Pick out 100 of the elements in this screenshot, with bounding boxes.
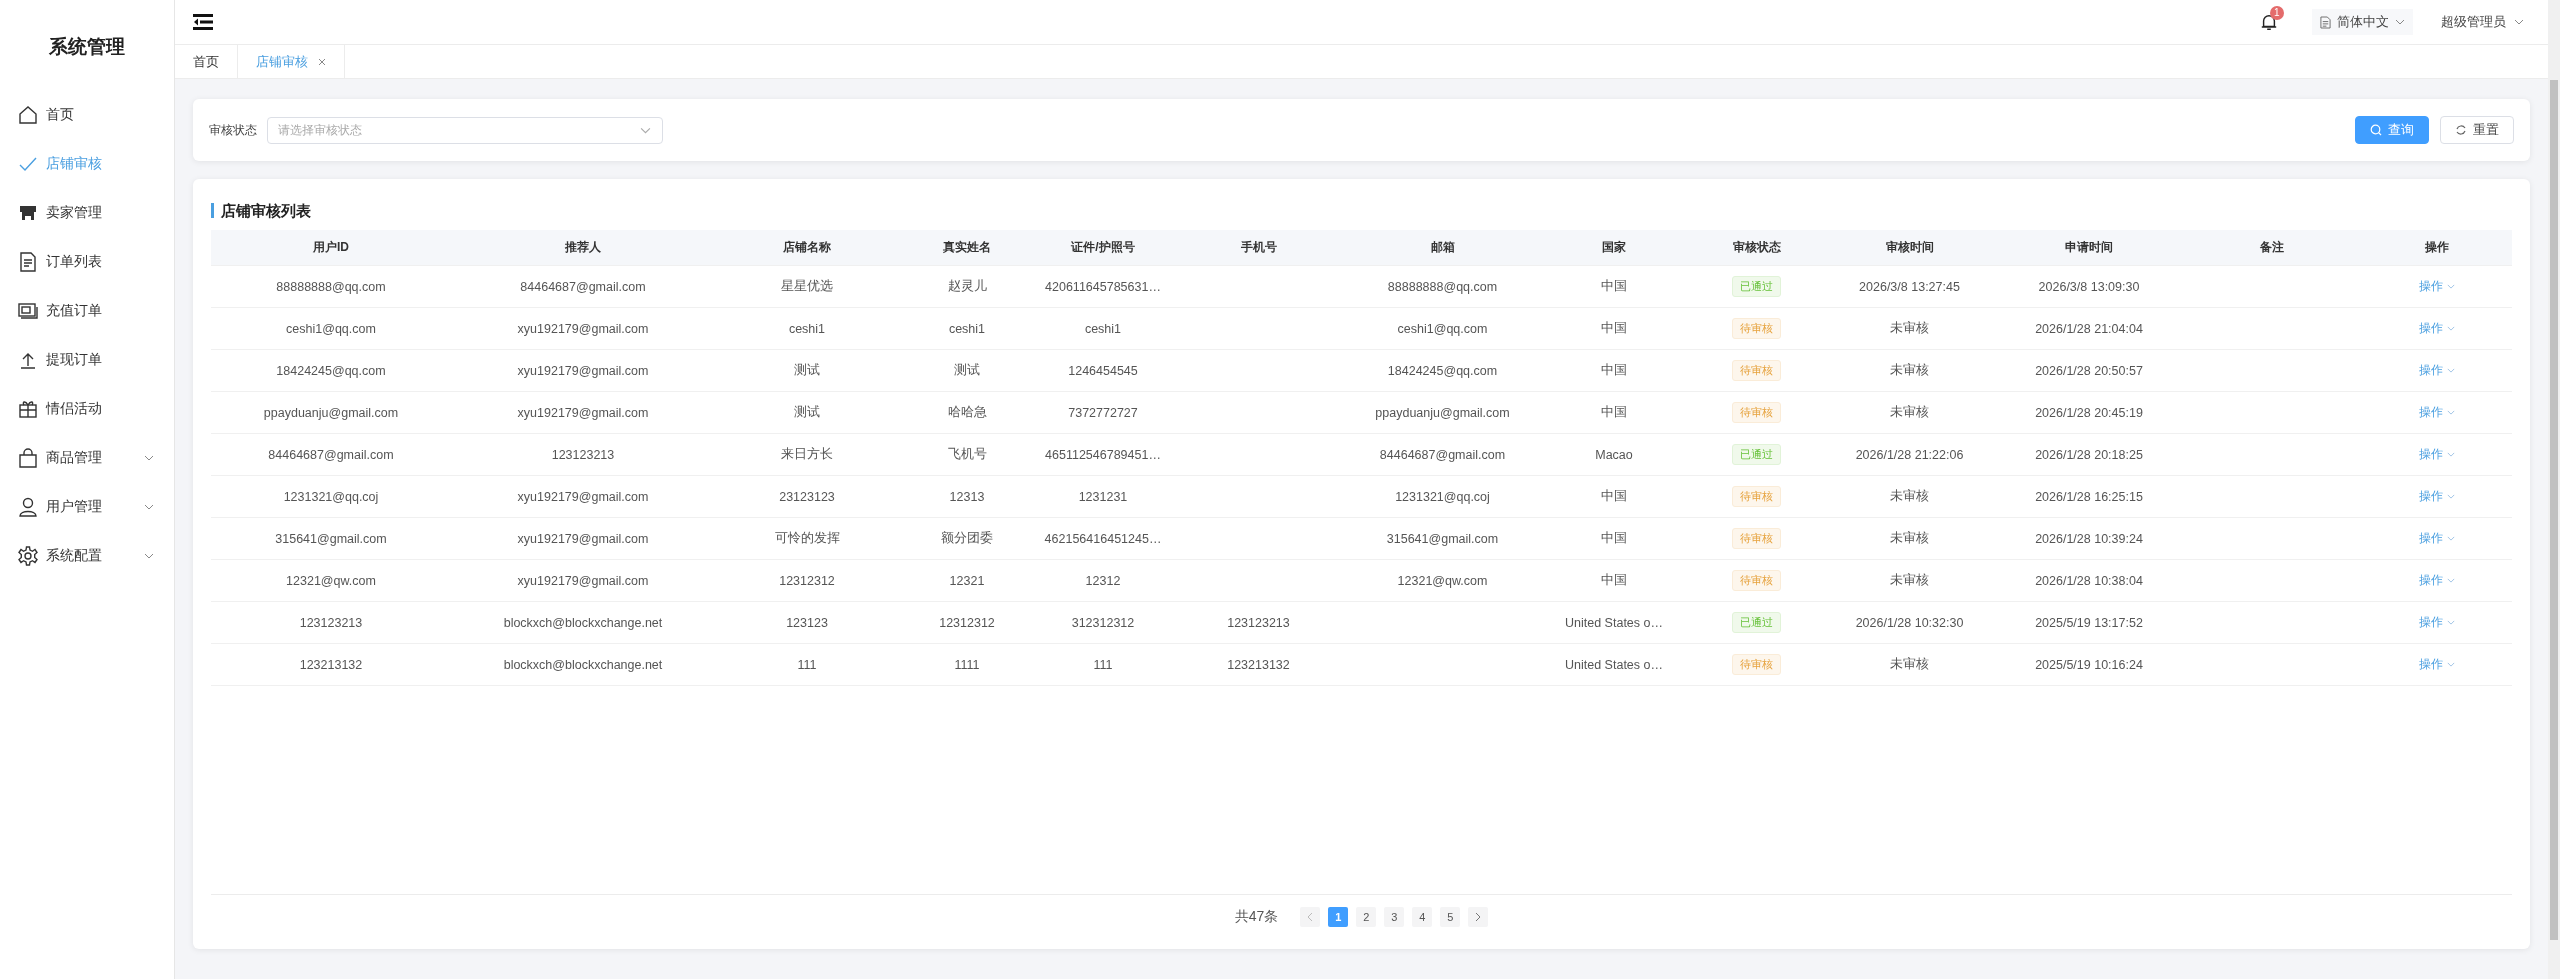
sidebar-item[interactable]: 系统配置 — [0, 531, 174, 580]
page-button[interactable]: 4 — [1412, 907, 1433, 927]
table-cell: 1231321@qq.coj — [283, 489, 379, 504]
table-cell: 2026/1/28 20:18:25 — [2035, 447, 2143, 462]
table-cell: 1246454545 — [1068, 363, 1138, 378]
table-cell: 465112546789451… — [1045, 447, 1161, 462]
table-cell: 2026/1/28 20:50:57 — [2035, 363, 2143, 378]
table-cell: ceshi1 — [788, 321, 826, 336]
table-cell: 2026/1/28 20:45:19 — [2035, 405, 2143, 420]
table-cell: ceshi1@qq.com — [1397, 321, 1488, 336]
language-selector[interactable]: 简体中文 — [2312, 9, 2413, 35]
table-cell: ppayduanju@gmail.com — [1375, 405, 1510, 420]
chevron-down-icon — [2446, 494, 2455, 499]
table-cell: 7372772727 — [1068, 405, 1138, 420]
table-cell: 未审核 — [1890, 320, 1929, 337]
sidebar-item[interactable]: 商品管理 — [0, 433, 174, 482]
table-cell: 2026/1/28 10:39:24 — [2035, 531, 2143, 546]
sidebar-item[interactable]: 用户管理 — [0, 482, 174, 531]
user-menu[interactable]: 超级管理员 — [2441, 13, 2524, 31]
status-tag: 待审核 — [1732, 528, 1781, 549]
scrollbar[interactable] — [2548, 0, 2560, 979]
sidebar-item[interactable]: 订单列表 — [0, 237, 174, 286]
refresh-icon — [2455, 124, 2467, 136]
page-button[interactable]: 5 — [1440, 907, 1461, 927]
user-icon — [18, 496, 38, 517]
chevron-down-icon — [2446, 410, 2455, 415]
sidebar-item[interactable]: 情侣活动 — [0, 384, 174, 433]
search-icon — [2370, 124, 2382, 136]
status-tag: 待审核 — [1732, 570, 1781, 591]
table-cell: 18424245@qq.com — [1387, 363, 1498, 378]
column-header: 备注 — [2259, 239, 2285, 256]
column-header: 推荐人 — [564, 239, 602, 256]
table-cell: xyu192179@gmail.com — [517, 405, 649, 420]
sidebar-item[interactable]: 首页 — [0, 90, 174, 139]
notification-badge: 1 — [2270, 6, 2284, 20]
table-cell: 2026/3/8 13:09:30 — [2038, 279, 2140, 294]
table-cell: 123123213 — [551, 447, 615, 462]
sidebar-item[interactable]: 提现订单 — [0, 335, 174, 384]
chevron-icon — [144, 454, 154, 461]
reset-button[interactable]: 重置 — [2440, 116, 2514, 144]
table-cell: 2025/5/19 10:16:24 — [2035, 657, 2143, 672]
page-button[interactable]: 3 — [1384, 907, 1405, 927]
table-cell: 未审核 — [1890, 488, 1929, 505]
table-cell: 未审核 — [1890, 572, 1929, 589]
table-cell: 12312312 — [939, 615, 995, 630]
table-cell: 1231231 — [1078, 489, 1128, 504]
status-tag: 已通过 — [1732, 276, 1781, 297]
column-header: 证件/护照号 — [1070, 239, 1136, 256]
table-cell: 420611645785631… — [1045, 279, 1161, 294]
chevron-right-icon — [1475, 912, 1482, 922]
table-cell: 315641@gmail.com — [275, 531, 387, 546]
table-cell: Macao — [1595, 447, 1633, 462]
table-cell: 84464687@gmail.com — [520, 279, 646, 294]
table-cell: xyu192179@gmail.com — [517, 573, 649, 588]
table-cell: 额分团委 — [941, 530, 993, 547]
table-cell: xyu192179@gmail.com — [517, 321, 649, 336]
table-cell: 84464687@gmail.com — [1379, 447, 1506, 462]
status-select[interactable]: 请选择审核状态 — [267, 116, 663, 144]
chevron-icon — [144, 503, 154, 510]
menu-icon[interactable] — [193, 14, 213, 30]
table-cell: 1111 — [954, 657, 980, 672]
table-cell: 12312 — [1085, 573, 1121, 588]
house-icon — [18, 104, 38, 125]
table-cell: 2026/1/28 21:04:04 — [2035, 321, 2143, 336]
table-cell: 中国 — [1601, 362, 1627, 379]
table-cell: xyu192179@gmail.com — [517, 363, 649, 378]
document-icon — [2320, 15, 2331, 29]
table-cell: 哈哈急 — [947, 404, 987, 421]
table-cell: 2026/1/28 21:22:06 — [1855, 447, 1964, 462]
status-tag: 待审核 — [1732, 318, 1781, 339]
chevron-down-icon — [2514, 19, 2524, 25]
status-tag: 待审核 — [1732, 360, 1781, 381]
chevron-down-icon — [2446, 326, 2455, 331]
page-button[interactable]: 2 — [1356, 907, 1377, 927]
table-cell: 2026/3/8 13:27:45 — [1859, 279, 1960, 294]
table-cell: 赵灵儿 — [947, 278, 987, 295]
chevron-down-icon — [640, 126, 651, 134]
table-cell: blockxch@blockxchange.net — [503, 657, 663, 672]
column-header: 操作 — [2423, 239, 2450, 256]
table-cell: 可怜的发挥 — [774, 530, 840, 547]
table-title: 店铺审核列表 — [211, 203, 311, 218]
sidebar-item[interactable]: 卖家管理 — [0, 188, 174, 237]
status-tag: 已通过 — [1732, 612, 1781, 633]
table-cell: 1231321@qq.coj — [1395, 489, 1490, 504]
column-header: 审核状态 — [1731, 239, 1782, 256]
table-cell: 12313 — [949, 489, 985, 504]
table-cell: 飞机号 — [947, 446, 987, 463]
table-cell: 88888888@qq.com — [276, 279, 386, 294]
table-cell: 测试 — [954, 362, 980, 379]
chevron-down-icon — [2395, 19, 2405, 25]
close-icon[interactable] — [318, 57, 326, 66]
table-cell: 123213132 — [1227, 657, 1290, 672]
table-cell: ceshi1 — [1084, 321, 1122, 336]
wallet-icon — [18, 300, 38, 321]
table-cell: 未审核 — [1890, 530, 1929, 547]
sidebar-item[interactable]: 充值订单 — [0, 286, 174, 335]
table-cell: 2026/1/28 10:38:04 — [2035, 573, 2143, 588]
table-cell: 18424245@qq.com — [276, 363, 386, 378]
table-cell: 测试 — [794, 404, 820, 421]
chevron-down-icon — [2446, 368, 2455, 373]
